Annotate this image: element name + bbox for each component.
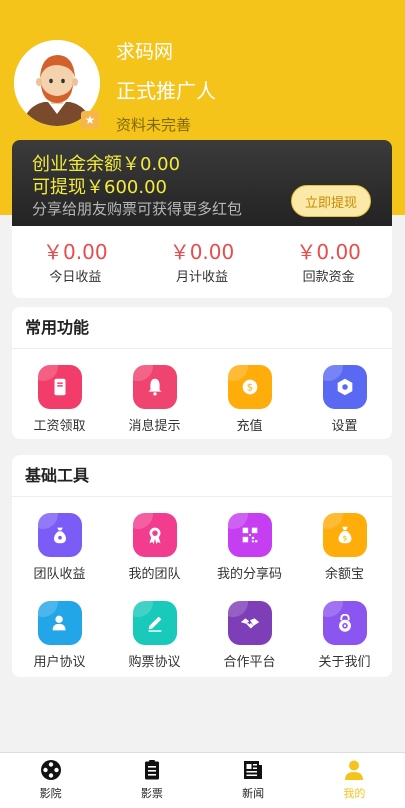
balance-card: 创业金余额￥0.00 可提现￥600.00 分享给朋友购票可获得更多红包 立即提… (12, 140, 392, 226)
user-icon (37, 601, 82, 645)
money-bag-icon (37, 513, 82, 557)
tab-tickets[interactable]: 影票 (101, 753, 202, 808)
tab-cinema[interactable]: 影院 (0, 753, 101, 808)
earning-label: 月计收益 (175, 269, 228, 285)
coin-icon: $ (227, 365, 272, 409)
grid-item-partner-platform[interactable]: 合作平台 (202, 601, 297, 689)
grid-item-label: 充值 (236, 419, 263, 434)
grid-item-recharge[interactable]: $ 充值 (202, 365, 297, 453)
grid-item-balance-treasure[interactable]: $ 余额宝 (297, 513, 392, 601)
grid-item-my-team[interactable]: 我的团队 (107, 513, 202, 601)
ribbon-icon (132, 513, 177, 557)
handshake-icon (227, 601, 272, 645)
money-bag-icon: $ (322, 513, 367, 557)
withdraw-button[interactable]: 立即提现 (291, 185, 371, 217)
common-functions-section: 常用功能 工资领取 消息提示 $ 充值 设置 (12, 307, 392, 439)
grid-item-share-code[interactable]: 我的分享码 (202, 513, 297, 601)
basic-tools-section: 基础工具 团队收益 我的团队 我的分享码 $ 余额宝 用户协议 购票协议 合作平… (12, 455, 392, 677)
tab-label: 影院 (39, 787, 62, 800)
pencil-icon (132, 601, 177, 645)
qr-code-icon (227, 513, 272, 557)
grid-item-label: 余额宝 (324, 567, 364, 582)
earning-label: 回款资金 (302, 269, 355, 285)
grid-item-team-earnings[interactable]: 团队收益 (12, 513, 107, 601)
grid-item-ticket-agreement[interactable]: 购票协议 (107, 601, 202, 689)
grid-item-label: 设置 (331, 419, 358, 434)
profile-incomplete-note[interactable]: 资料未完善 (116, 114, 191, 135)
newspaper-icon (244, 761, 263, 779)
grid-item-label: 我的分享码 (216, 567, 282, 582)
site-name: 求码网 (116, 41, 174, 63)
grid-item-label: 工资领取 (33, 419, 86, 434)
vip-star-icon: ★ (81, 111, 99, 129)
earnings-summary: ￥0.00 今日收益 ￥0.00 月计收益 ￥0.00 回款资金 (12, 226, 392, 298)
grid-item-about-us[interactable]: 关于我们 (297, 601, 392, 689)
svg-text:$: $ (246, 383, 252, 394)
grid-item-label: 合作平台 (223, 655, 276, 670)
earning-value: ￥0.00 (43, 239, 108, 264)
grid-item-salary[interactable]: 工资领取 (12, 365, 107, 453)
share-promo-note: 分享给朋友购票可获得更多红包 (32, 200, 243, 218)
tab-label: 新闻 (242, 787, 265, 800)
user-role: 正式推广人 (116, 79, 216, 103)
grid-item-messages[interactable]: 消息提示 (107, 365, 202, 453)
grid-item-label: 消息提示 (128, 419, 181, 434)
withdrawable-balance: 可提现￥600.00 (32, 177, 167, 198)
grid-item-label: 我的团队 (128, 567, 181, 582)
grid-item-label: 购票协议 (128, 655, 181, 670)
svg-text:$: $ (342, 534, 347, 543)
earning-today: ￥0.00 今日收益 (13, 240, 138, 285)
clipboard-icon (144, 760, 159, 780)
grid-item-label: 用户协议 (33, 655, 86, 670)
gear-icon (322, 365, 367, 409)
earning-returned: ￥0.00 回款资金 (266, 240, 391, 285)
section-title: 常用功能 (12, 307, 392, 349)
bottom-tab-bar: 影院 影票 新闻 我的 (0, 752, 405, 808)
earning-month: ￥0.00 月计收益 (139, 240, 264, 285)
earning-label: 今日收益 (49, 269, 102, 285)
grid-item-user-agreement[interactable]: 用户协议 (12, 601, 107, 689)
envelope-icon (37, 365, 82, 409)
section-title: 基础工具 (12, 455, 392, 497)
earning-value: ￥0.00 (296, 239, 361, 264)
grid-item-label: 团队收益 (33, 567, 86, 582)
tab-label: 我的 (343, 787, 366, 800)
film-reel-icon (40, 760, 61, 780)
lock-eye-icon (322, 601, 367, 645)
grid-item-label: 关于我们 (318, 655, 371, 670)
tab-news[interactable]: 新闻 (203, 753, 304, 808)
grid-item-settings[interactable]: 设置 (297, 365, 392, 453)
earning-value: ￥0.00 (169, 239, 235, 264)
tab-mine[interactable]: 我的 (304, 753, 405, 808)
bell-icon (132, 365, 177, 409)
tab-label: 影票 (140, 787, 163, 800)
person-icon (345, 760, 364, 780)
